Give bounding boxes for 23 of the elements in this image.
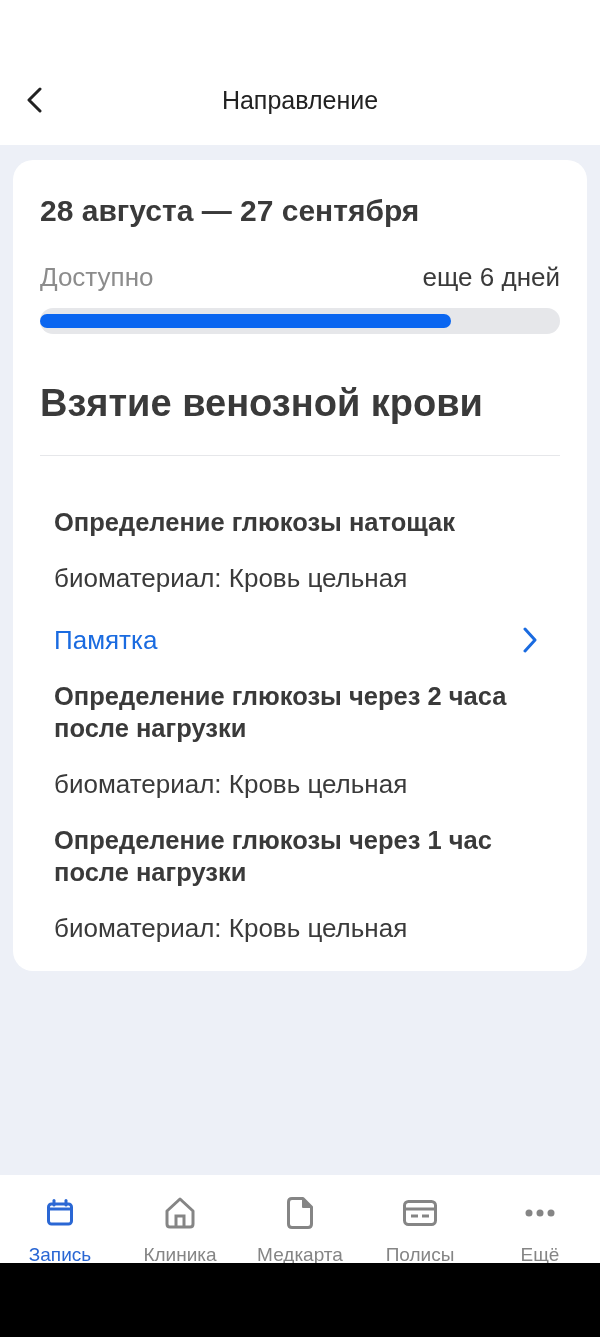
date-range: 28 августа — 27 сентября bbox=[40, 193, 421, 229]
memo-link[interactable]: Памятка bbox=[54, 624, 538, 656]
nav-tab[interactable]: Запись bbox=[0, 1175, 120, 1266]
biomaterial-text: биоматериал: Кровь цельная bbox=[54, 912, 409, 944]
nav-tab[interactable]: Медкарта bbox=[240, 1175, 360, 1266]
test-name: Определение глюкозы натощак bbox=[54, 507, 456, 538]
more-icon bbox=[525, 1209, 555, 1217]
house-icon bbox=[165, 1197, 195, 1229]
test-name: Определение глюкозы через 2 часа после нагрузки bbox=[54, 681, 508, 744]
biomaterial-text: биоматериал: Кровь цельная bbox=[54, 768, 409, 800]
test-name: Определение глюкозы через 1 час после нагрузки bbox=[54, 825, 493, 888]
remaining-days: еще 6 дней bbox=[422, 262, 560, 292]
availability-label: Доступно bbox=[40, 262, 154, 292]
screen-title: Направление bbox=[221, 85, 379, 115]
calendar-icon bbox=[46, 1199, 74, 1227]
credit-card-icon bbox=[403, 1200, 437, 1226]
nav-tab[interactable]: Полисы bbox=[360, 1175, 480, 1266]
procedure-title: Взятие венозной крови bbox=[40, 381, 484, 425]
chevron-right-icon bbox=[522, 627, 538, 653]
biomaterial-text: биоматериал: Кровь цельная bbox=[54, 562, 409, 594]
nav-tab[interactable]: Клиника bbox=[120, 1175, 240, 1266]
document-icon bbox=[287, 1197, 313, 1229]
nav-tab[interactable]: Ещё bbox=[480, 1175, 600, 1266]
